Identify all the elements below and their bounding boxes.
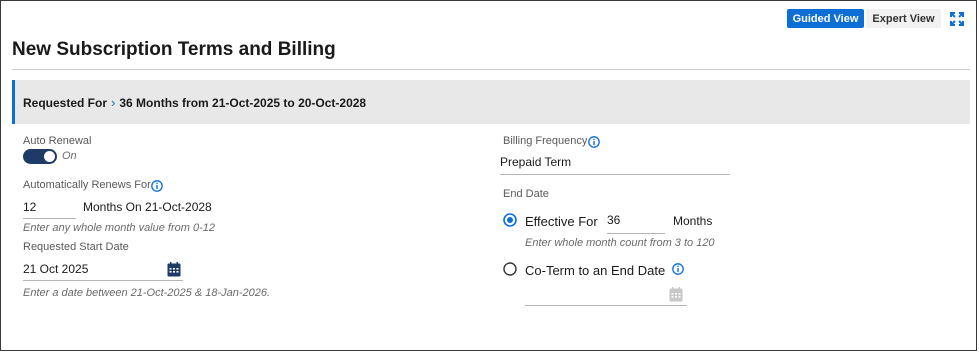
effective-for-radio[interactable] — [503, 213, 517, 232]
calendar-icon[interactable] — [167, 262, 181, 282]
billing-frequency-label: Billing Frequency — [503, 135, 588, 147]
start-date-input[interactable]: 21 Oct 2025 — [23, 262, 88, 276]
requested-for-value: 36 Months from 21-Oct-2025 to 20-Oct-202… — [119, 95, 367, 110]
info-icon[interactable] — [588, 135, 600, 153]
billing-frequency-underline — [500, 174, 730, 175]
effective-for-suffix: Months — [673, 214, 713, 228]
renews-for-input[interactable]: 12 — [23, 200, 36, 214]
calendar-icon — [669, 287, 683, 307]
start-date-underline — [23, 280, 183, 281]
guided-view-button[interactable]: Guided View — [787, 9, 864, 28]
end-date-label: End Date — [503, 188, 549, 200]
expand-icon[interactable] — [947, 9, 967, 28]
start-date-label: Requested Start Date — [23, 241, 129, 253]
renews-for-underline — [23, 218, 76, 219]
billing-frequency-select[interactable]: Prepaid Term — [500, 155, 571, 169]
coterm-date-underline — [525, 305, 687, 306]
requested-for-summary: Requested For › 36 Months from 21-Oct-20… — [23, 95, 366, 110]
title-divider — [12, 69, 970, 70]
coterm-radio[interactable] — [503, 262, 517, 281]
renews-for-label: Automatically Renews For — [23, 179, 151, 191]
banner-accent-bar — [12, 80, 15, 124]
info-icon[interactable] — [672, 262, 684, 280]
effective-for-underline — [607, 233, 665, 234]
auto-renewal-label: Auto Renewal — [23, 135, 92, 147]
effective-for-hint: Enter whole month count from 3 to 120 — [525, 237, 715, 249]
requested-for-label: Requested For — [23, 95, 108, 110]
start-date-hint: Enter a date between 21-Oct-2025 & 18-Ja… — [23, 287, 271, 299]
coterm-label: Co-Term to an End Date — [525, 263, 666, 278]
auto-renewal-toggle[interactable] — [23, 149, 57, 164]
effective-for-label: Effective For — [525, 214, 598, 229]
effective-for-input[interactable]: 36 — [607, 213, 620, 227]
chevron-right-icon: › — [111, 95, 116, 110]
auto-renewal-state: On — [62, 150, 77, 162]
page-title: New Subscription Terms and Billing — [12, 39, 336, 60]
renews-for-hint: Enter any whole month value from 0-12 — [23, 222, 215, 234]
info-icon[interactable] — [151, 179, 163, 197]
renews-for-suffix: Months On 21-Oct-2028 — [83, 200, 212, 214]
expert-view-button[interactable]: Expert View — [866, 9, 941, 28]
toggle-knob — [44, 151, 55, 162]
